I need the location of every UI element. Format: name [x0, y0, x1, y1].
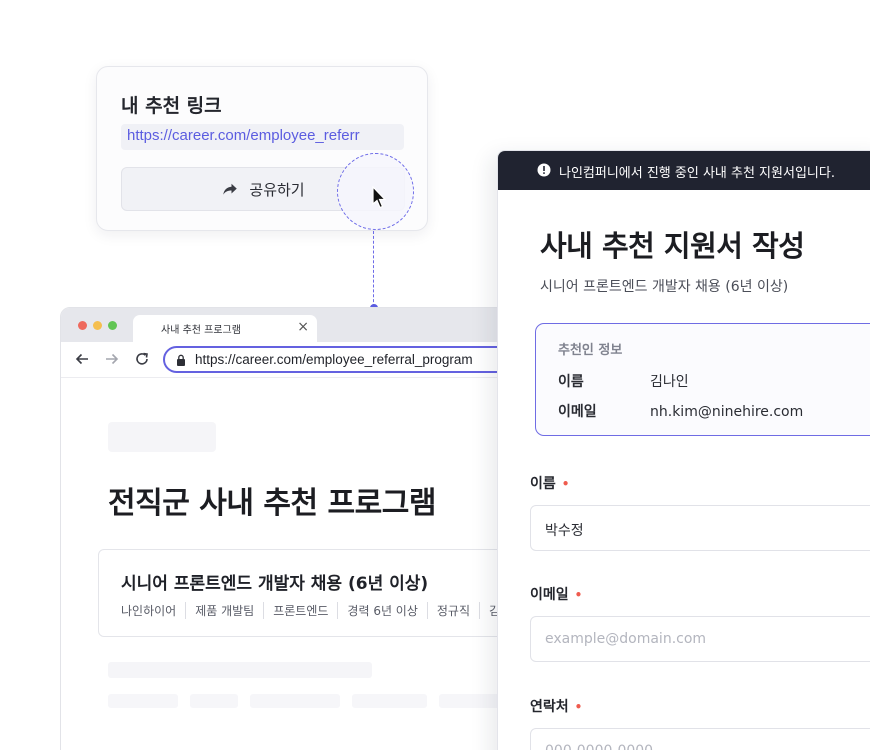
notice-text: 나인컴퍼니에서 진행 중인 사내 추천 지원서입니다. — [559, 166, 835, 181]
mouse-pointer-icon — [372, 186, 387, 209]
phone-input[interactable]: 000-0000-0000 — [530, 728, 870, 750]
required-mark: • — [561, 477, 570, 491]
referrer-email-row: 이메일 nh.kim@ninehire.com — [558, 401, 803, 421]
email-field-label: 이메일 • — [530, 584, 582, 604]
job-tag: 정규직 — [426, 602, 479, 619]
referral-link-field[interactable]: https://career.com/employee_referr — [121, 124, 404, 150]
skeleton-placeholder — [108, 422, 216, 452]
job-tag: 제품 개발팀 — [185, 602, 263, 619]
name-label-text: 이름 — [530, 476, 556, 492]
referrer-info-box: 추천인 정보 이름 김나인 이메일 nh.kim@ninehire.com — [535, 323, 870, 436]
form-title: 사내 추천 지원서 작성 — [540, 229, 805, 263]
tab-close-icon[interactable]: × — [297, 319, 309, 335]
required-mark: • — [574, 700, 583, 714]
referral-link-title: 내 추천 링크 — [121, 95, 222, 117]
program-title: 전직군 사내 추천 프로그램 — [108, 486, 436, 521]
lock-icon — [177, 354, 185, 366]
referrer-name-label: 이름 — [558, 374, 584, 390]
job-tag: 경력 6년 이상 — [337, 602, 426, 619]
window-close-dot[interactable] — [78, 321, 87, 330]
window-maximize-dot[interactable] — [108, 321, 117, 330]
referrer-heading: 추천인 정보 — [558, 343, 623, 358]
browser-tab-bar: 사내 추천 프로그램 × — [61, 308, 529, 342]
job-tag: 나인하이어 — [121, 604, 177, 618]
window-minimize-dot[interactable] — [93, 321, 102, 330]
job-title: 시니어 프론트엔드 개발자 채용 (6년 이상) — [121, 574, 429, 594]
phone-field-label: 연락처 • — [530, 696, 582, 716]
forward-arrow-icon[interactable] — [103, 350, 121, 368]
name-field-label: 이름 • — [530, 473, 569, 493]
browser-toolbar: https://career.com/employee_referral_pro… — [61, 342, 529, 378]
browser-window: 사내 추천 프로그램 × https://career.com/employee… — [60, 307, 530, 750]
connector-line — [373, 231, 374, 307]
browser-tab-title: 사내 추천 프로그램 — [161, 325, 241, 336]
skeleton-placeholder — [108, 662, 372, 678]
page-content: 전직군 사내 추천 프로그램 시니어 프론트엔드 개발자 채용 (6년 이상) … — [61, 378, 529, 750]
job-posting-card[interactable]: 시니어 프론트엔드 개발자 채용 (6년 이상) 나인하이어 제품 개발팀 프론… — [98, 549, 529, 637]
info-icon — [537, 163, 551, 177]
job-tag: 프론트엔드 — [263, 602, 337, 619]
referrer-email-value: nh.kim@ninehire.com — [650, 404, 804, 420]
referrer-email-label: 이메일 — [558, 404, 597, 420]
phone-label-text: 연락처 — [530, 699, 569, 715]
job-tags: 나인하이어 제품 개발팀 프론트엔드 경력 6년 이상 정규직 김 — [121, 602, 509, 619]
share-arrow-icon — [223, 183, 238, 195]
browser-tab[interactable]: 사내 추천 프로그램 × — [133, 315, 317, 342]
address-bar-url: https://career.com/employee_referral_pro… — [195, 352, 473, 367]
form-subtitle: 시니어 프론트엔드 개발자 채용 (6년 이상) — [540, 279, 789, 295]
reload-icon[interactable] — [133, 350, 151, 368]
back-arrow-icon[interactable] — [73, 350, 91, 368]
skeleton-placeholder — [108, 694, 528, 708]
referrer-name-value: 김나인 — [650, 374, 689, 390]
name-input[interactable]: 박수정 — [530, 505, 870, 551]
email-input[interactable]: example@domain.com — [530, 616, 870, 662]
email-label-text: 이메일 — [530, 587, 569, 603]
address-bar[interactable]: https://career.com/employee_referral_pro… — [163, 346, 529, 373]
referrer-name-row: 이름 김나인 — [558, 371, 689, 391]
share-button-label: 공유하기 — [249, 180, 305, 199]
notice-bar: 나인컴퍼니에서 진행 중인 사내 추천 지원서입니다. — [498, 151, 870, 190]
required-mark: • — [574, 588, 583, 602]
application-form-panel: 나인컴퍼니에서 진행 중인 사내 추천 지원서입니다. 사내 추천 지원서 작성… — [497, 150, 870, 750]
